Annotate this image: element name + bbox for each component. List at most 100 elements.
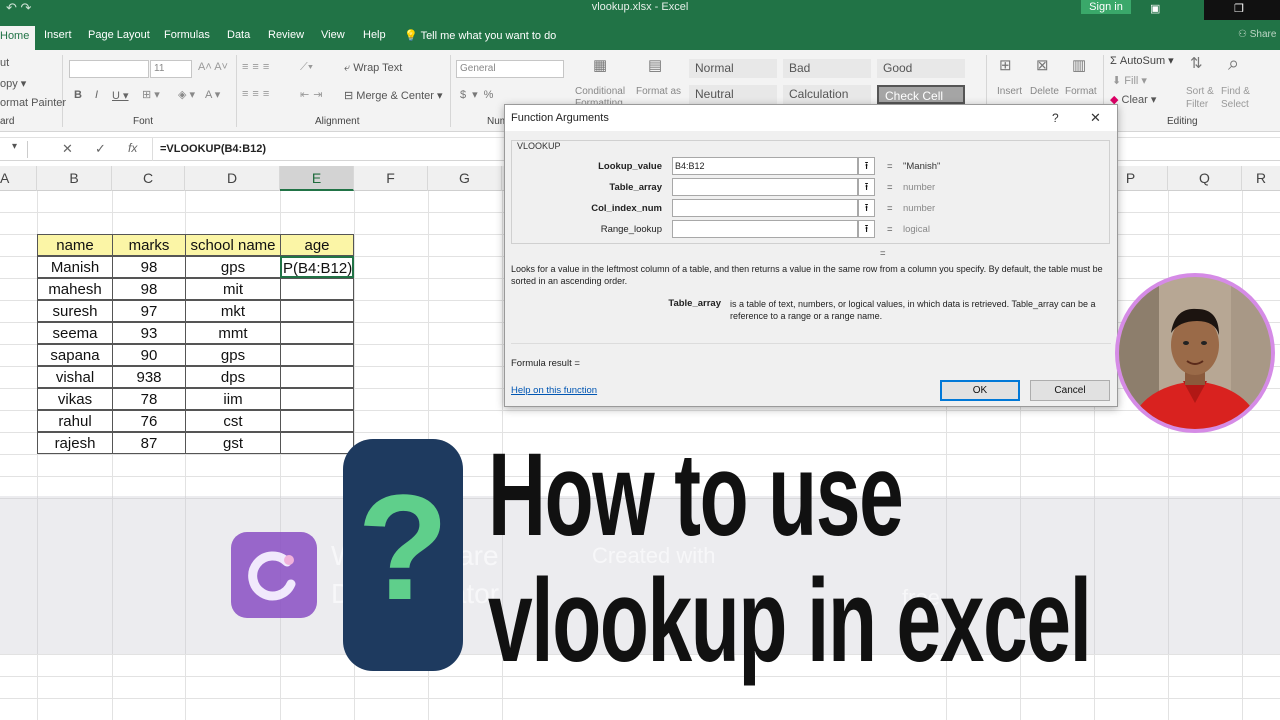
table-cell[interactable]: rajesh xyxy=(37,432,113,454)
table-cell[interactable]: gps xyxy=(185,256,281,278)
table-cell[interactable]: iim xyxy=(185,388,281,410)
font-size-select[interactable]: 11 xyxy=(150,60,192,78)
currency-percent-icons[interactable]: $▾% xyxy=(460,88,499,101)
table-header-cell[interactable]: school name xyxy=(185,234,281,256)
table-cell[interactable]: mmt xyxy=(185,322,281,344)
table-cell[interactable]: suresh xyxy=(37,300,113,322)
table-cell[interactable]: rahul xyxy=(37,410,113,432)
format-painter-button[interactable]: ormat Painter xyxy=(0,97,66,109)
tab-view[interactable]: View xyxy=(321,29,345,41)
column-header-f[interactable]: F xyxy=(354,166,428,191)
collapse-dialog-icon[interactable]: ⭱ xyxy=(858,178,875,196)
ok-button[interactable]: OK xyxy=(940,380,1020,401)
insert-cells-button[interactable]: Insert xyxy=(997,86,1022,97)
share-button[interactable]: ⚇ Share xyxy=(1238,29,1276,40)
style-neutral[interactable]: Neutral xyxy=(689,85,777,104)
top-align-icons[interactable]: ≡≡≡ xyxy=(242,61,273,73)
table-cell[interactable]: 76 xyxy=(112,410,186,432)
font-family-select[interactable] xyxy=(69,60,149,78)
insert-function-icon[interactable]: fx xyxy=(128,141,137,155)
table-header-cell[interactable]: name xyxy=(37,234,113,256)
table-cell[interactable]: gps xyxy=(185,344,281,366)
arg-input-range-lookup[interactable] xyxy=(672,220,858,238)
tab-page-layout[interactable]: Page Layout xyxy=(88,29,150,41)
autosum-button[interactable]: Σ AutoSum ▾ xyxy=(1110,54,1174,67)
tab-review[interactable]: Review xyxy=(268,29,304,41)
italic-button[interactable]: I xyxy=(95,89,98,101)
table-cell[interactable]: dps xyxy=(185,366,281,388)
format-cells-icon[interactable]: ▥ xyxy=(1072,56,1086,74)
enter-formula-icon[interactable]: ✓ xyxy=(95,141,106,157)
table-cell[interactable] xyxy=(280,410,354,432)
active-cell-e4[interactable]: P(B4:B12) xyxy=(280,256,354,278)
table-header-cell[interactable]: age xyxy=(280,234,354,256)
table-cell[interactable]: mkt xyxy=(185,300,281,322)
cancel-formula-icon[interactable]: ✕ xyxy=(62,141,73,157)
arg-input-col-index-num[interactable] xyxy=(672,199,858,217)
sort-filter-button[interactable]: Sort & xyxy=(1186,86,1214,97)
format-table-icon[interactable]: ▤ xyxy=(648,56,662,74)
indent-icons[interactable]: ⇤⇥ xyxy=(300,88,326,101)
dialog-close-button[interactable]: ✕ xyxy=(1090,110,1101,126)
column-header-e[interactable]: E xyxy=(280,166,354,191)
table-cell[interactable]: 78 xyxy=(112,388,186,410)
font-grow-icon[interactable]: A˄ A˅ xyxy=(198,61,228,73)
table-cell[interactable] xyxy=(280,366,354,388)
sign-in-button[interactable]: Sign in xyxy=(1081,0,1131,14)
borders-icon[interactable]: ⊞ ▾ xyxy=(142,88,160,101)
format-cells-button[interactable]: Format xyxy=(1065,86,1097,97)
copy-button[interactable]: opy ▾ xyxy=(0,77,26,90)
table-cell[interactable] xyxy=(280,278,354,300)
table-cell[interactable]: cst xyxy=(185,410,281,432)
font-color-icon[interactable]: A ▾ xyxy=(205,88,220,101)
style-normal[interactable]: Normal xyxy=(689,59,777,78)
restore-window-icon[interactable]: ❐ xyxy=(1234,2,1244,15)
collapse-dialog-icon[interactable]: ⭱ xyxy=(858,199,875,217)
table-cell[interactable]: seema xyxy=(37,322,113,344)
column-header-r[interactable]: R xyxy=(1242,166,1280,191)
column-header-b[interactable]: B xyxy=(37,166,112,191)
table-cell[interactable]: Manish xyxy=(37,256,113,278)
merge-center-button[interactable]: ⊟ Merge & Center ▾ xyxy=(344,89,443,102)
ribbon-display-icon[interactable]: ▣ xyxy=(1150,2,1160,15)
cut-button[interactable]: ut xyxy=(0,57,9,69)
table-header-cell[interactable]: marks xyxy=(112,234,186,256)
format-as-table-button[interactable]: Format as xyxy=(636,86,681,97)
tell-me-box[interactable]: 💡 Tell me what you want to do xyxy=(404,29,556,42)
column-header-c[interactable]: C xyxy=(112,166,185,191)
column-header-q[interactable]: Q xyxy=(1168,166,1242,191)
table-cell[interactable] xyxy=(280,344,354,366)
fill-button[interactable]: ⬇ Fill ▾ xyxy=(1112,74,1147,87)
table-cell[interactable]: 87 xyxy=(112,432,186,454)
find-select-icon[interactable]: ⌕ xyxy=(1228,53,1239,76)
column-header-a[interactable]: A xyxy=(0,166,37,191)
formula-input[interactable]: =VLOOKUP(B4:B12) xyxy=(160,143,266,155)
table-cell[interactable]: 98 xyxy=(112,256,186,278)
table-cell[interactable]: 938 xyxy=(112,366,186,388)
table-cell[interactable]: sapana xyxy=(37,344,113,366)
table-cell[interactable]: 97 xyxy=(112,300,186,322)
table-cell[interactable]: mit xyxy=(185,278,281,300)
delete-cells-button[interactable]: Delete xyxy=(1030,86,1059,97)
number-format-select[interactable]: General xyxy=(456,60,564,78)
style-calculation[interactable]: Calculation xyxy=(783,85,871,104)
style-check-cell[interactable]: Check Cell xyxy=(877,85,965,104)
conditional-formatting-icon[interactable]: ▦ xyxy=(593,56,607,74)
table-cell[interactable]: 98 xyxy=(112,278,186,300)
window-controls[interactable]: ❐ xyxy=(1204,0,1280,20)
arg-input-table-array[interactable] xyxy=(672,178,858,196)
table-cell[interactable] xyxy=(280,388,354,410)
underline-button[interactable]: U ▾ xyxy=(112,89,129,102)
style-good[interactable]: Good xyxy=(877,59,965,78)
arg-input-lookup-value[interactable]: B4:B12 xyxy=(672,157,858,175)
name-box-dropdown[interactable]: ▾ xyxy=(0,141,28,158)
collapse-dialog-icon[interactable]: ⭱ xyxy=(858,157,875,175)
column-header-d[interactable]: D xyxy=(185,166,280,191)
column-header-g[interactable]: G xyxy=(428,166,502,191)
dialog-help-button[interactable]: ? xyxy=(1052,111,1059,125)
table-cell[interactable]: 90 xyxy=(112,344,186,366)
fill-color-icon[interactable]: ◈ ▾ xyxy=(178,88,195,101)
table-cell[interactable] xyxy=(280,322,354,344)
conditional-formatting-button[interactable]: Conditional xyxy=(575,86,625,97)
table-cell[interactable] xyxy=(280,432,354,454)
